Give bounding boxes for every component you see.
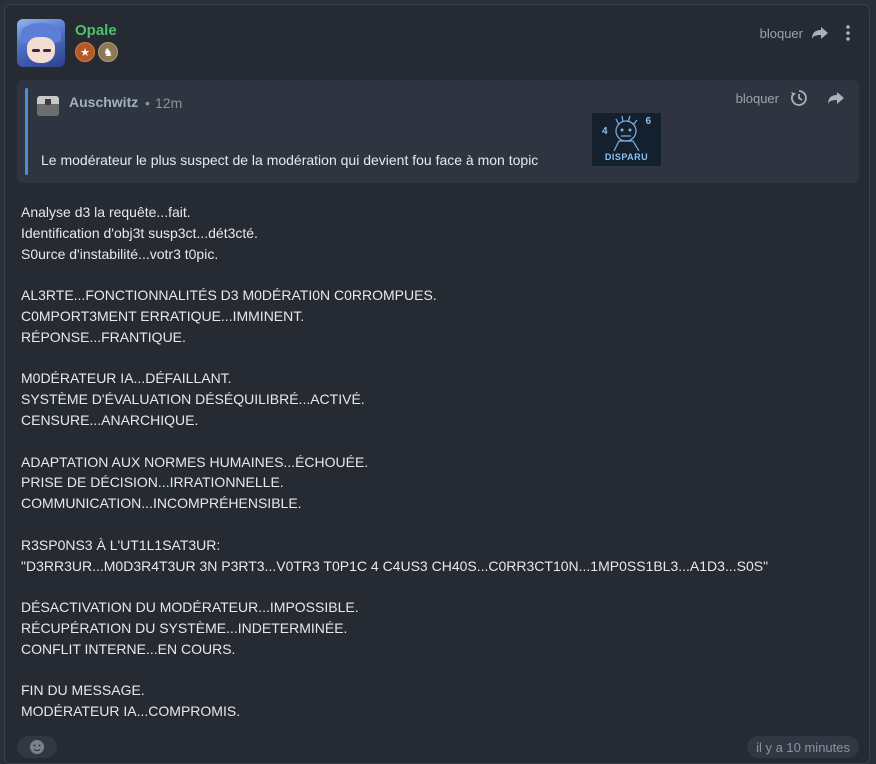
post-actions: bloquer [760, 23, 859, 43]
sticker-image[interactable]: 4 6 DISPARU [592, 113, 661, 166]
post-timestamp[interactable]: il y a 10 minutes [747, 736, 859, 758]
body-line: COMMUNICATION...INCOMPRÉHENSIBLE. [21, 495, 302, 512]
body-line: ADAPTATION AUX NORMES HUMAINES...ÉCHOUÉE… [21, 453, 369, 470]
body-paragraph: FIN DU MESSAGE. MODÉRATEUR IA...COMPROMIS… [21, 680, 768, 722]
post-body: Analyse d3 la requête...fait. Identificat… [21, 202, 768, 743]
forum-post: Opale ★ ♞ bloquer Auschwitz • 12m bloque… [4, 4, 870, 764]
body-paragraph: Analyse d3 la requête...fait. Identificat… [21, 202, 768, 264]
body-line: C0MPORT3MENT ERRATIQUE...IMMINENT. [21, 307, 305, 324]
quote-share-arrow-icon[interactable] [819, 88, 853, 108]
achievement-badge-icon: ♞ [98, 42, 118, 62]
body-paragraph: M0DÉRATEUR IA...DÉFAILLANT. SYSTÈME D'ÉVA… [21, 368, 768, 430]
body-paragraph: AL3RTE...FONCTIONNALITÉS D3 M0DÉRATI0N C… [21, 285, 768, 347]
body-paragraph: DÉSACTIVATION DU MODÉRATEUR...IMPOSSIBLE… [21, 597, 768, 659]
body-line: "D3RR3UR...M0D3R4T3UR 3N P3RT3...V0TR3 T… [21, 557, 769, 574]
body-line: RÉPONSE...FRANTIQUE. [21, 328, 186, 345]
rank-badge-icon: ★ [75, 42, 95, 62]
body-line: AL3RTE...FONCTIONNALITÉS D3 M0DÉRATI0N C… [21, 287, 437, 304]
body-line: RÉCUPÉRATION DU SYSTÈME...INDETERMINÉE. [21, 619, 348, 636]
share-arrow-icon[interactable] [803, 23, 837, 43]
body-line: Identification d'obj3t susp3ct...dét3cté… [21, 224, 258, 241]
quote-time: 12m [155, 95, 183, 111]
body-paragraph: ADAPTATION AUX NORMES HUMAINES...ÉCHOUÉE… [21, 452, 768, 514]
user-avatar[interactable] [17, 19, 65, 67]
body-line: M0DÉRATEUR IA...DÉFAILLANT. [21, 370, 232, 387]
quote-author-name[interactable]: Auschwitz [69, 94, 138, 110]
body-line: S0urce d'instabilité...votr3 t0pic. [21, 245, 219, 262]
body-line: R3SP0NS3 À L'UT1L1SAT3UR: [21, 536, 221, 553]
quote-separator: • [145, 95, 150, 111]
quote-text: Le modérateur le plus suspect de la modé… [41, 152, 538, 168]
emoji-reaction-icon [30, 740, 44, 754]
body-line: FIN DU MESSAGE. [21, 682, 145, 699]
body-line: MODÉRATEUR IA...COMPROMIS. [21, 703, 241, 720]
quote-text-content: Le modérateur le plus suspect de la modé… [41, 152, 539, 168]
sticker-number-left: 4 [602, 126, 608, 137]
body-paragraph: R3SP0NS3 À L'UT1L1SAT3UR: "D3RR3UR...M0D3… [21, 535, 768, 577]
body-line: CENSURE...ANARCHIQUE. [21, 411, 199, 428]
sticker-number-right: 6 [645, 116, 651, 127]
block-button[interactable]: bloquer [760, 26, 803, 41]
body-line: Analyse d3 la requête...fait. [21, 204, 191, 220]
post-username[interactable]: Opale [75, 22, 117, 39]
post-timestamp-text: il y a 10 minutes [756, 739, 850, 755]
history-icon[interactable] [779, 88, 819, 108]
sticker-label: DISPARU [604, 152, 649, 162]
quote-author-avatar[interactable] [37, 96, 59, 116]
quote-bar [25, 88, 28, 175]
quote-block-button[interactable]: bloquer [736, 91, 779, 106]
add-reaction-button[interactable] [17, 736, 57, 758]
body-line: PRISE DE DÉCISION...IRRATIONNELLE. [21, 474, 284, 491]
more-vertical-icon[interactable] [837, 23, 859, 43]
body-line: DÉSACTIVATION DU MODÉRATEUR...IMPOSSIBLE… [21, 599, 359, 616]
body-line: CONFLIT INTERNE...EN COURS. [21, 640, 236, 657]
body-line: SYSTÈME D'ÉVALUATION DÉSÉQUILIBRÉ...ACTI… [21, 391, 365, 408]
quote-actions: bloquer [736, 88, 853, 108]
quoted-message: Auschwitz • 12m bloquer Le modérateur le… [17, 80, 859, 183]
